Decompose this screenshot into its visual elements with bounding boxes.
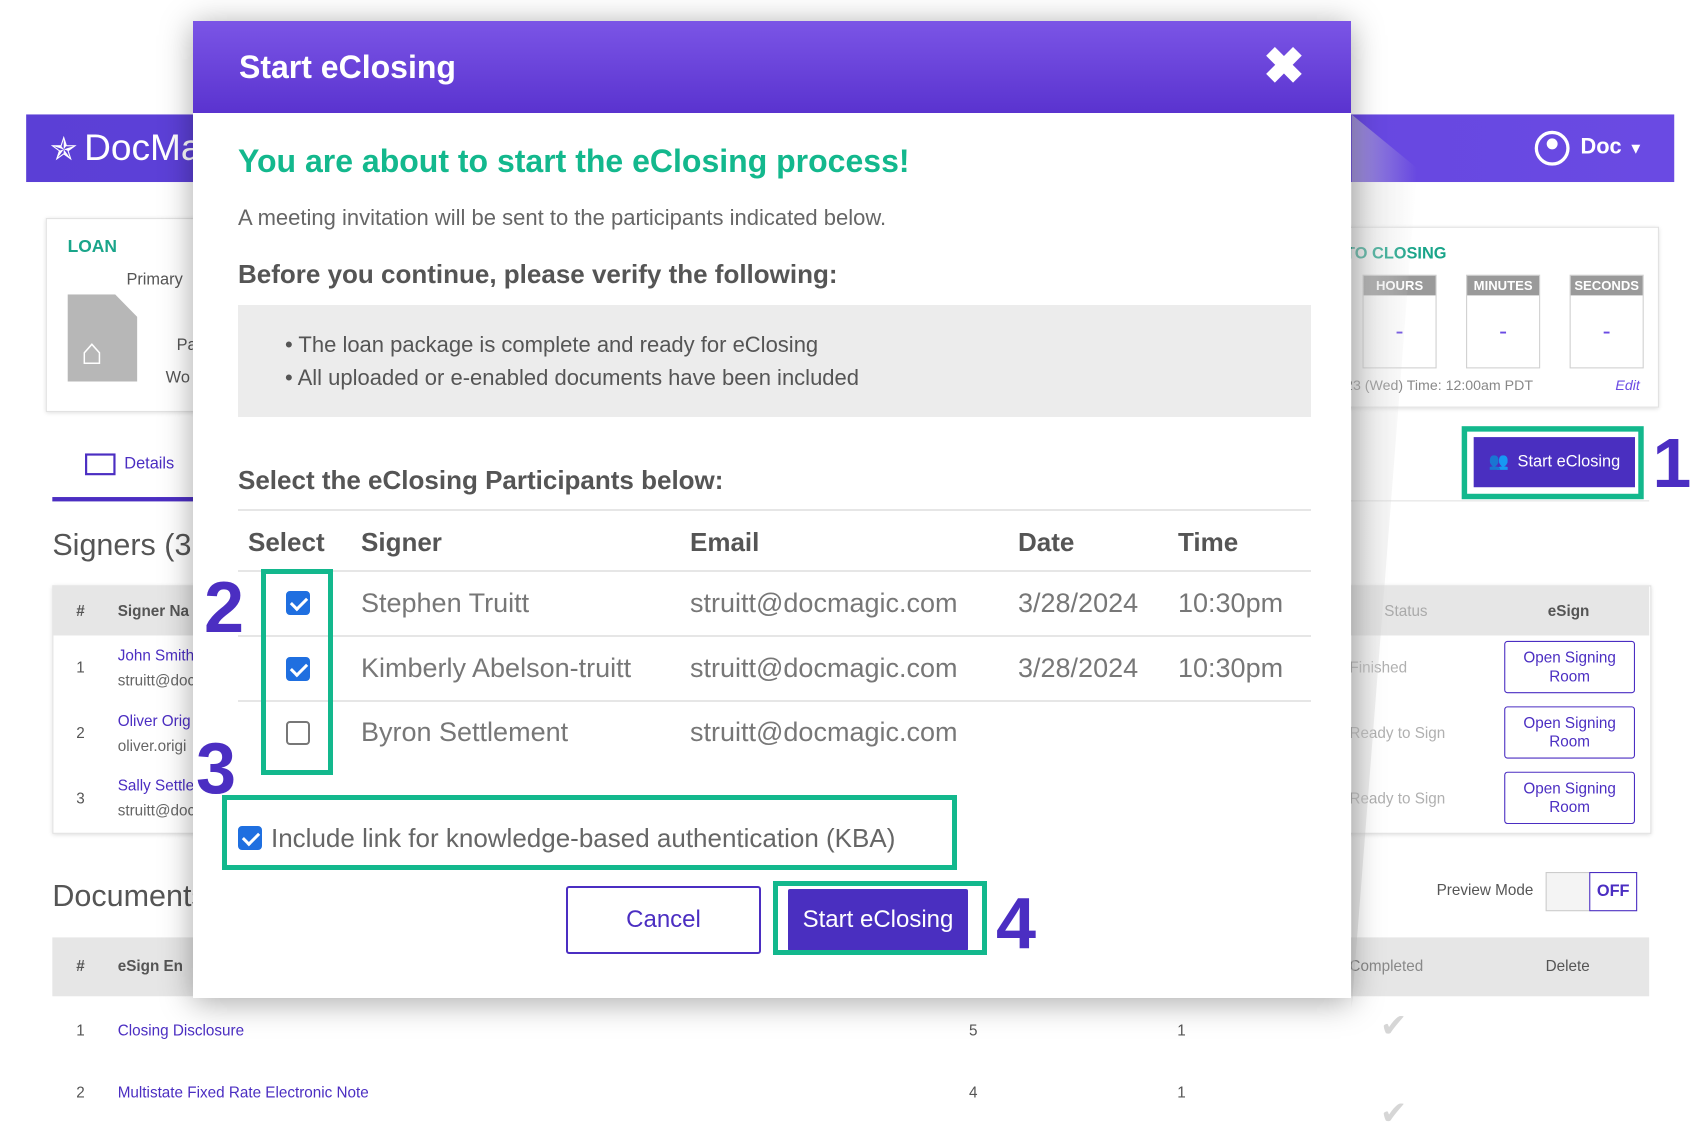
minutes-value: - [1499,317,1508,345]
document-row-name[interactable]: Closing Disclosure [118,1021,244,1038]
document-row-pages: 5 [969,1021,978,1039]
start-eclosing-button[interactable]: 👥 Start eClosing [1473,437,1635,488]
cancel-button[interactable]: Cancel [566,886,761,954]
signer-row-num: 1 [76,658,85,676]
minutes-label: MINUTES [1467,275,1540,296]
user-name: Doc [1580,135,1622,160]
preview-mode-toggle-state[interactable]: OFF [1589,872,1638,912]
tab-details-label: Details [124,454,175,474]
seconds-value: - [1602,317,1611,345]
table-divider [238,570,1311,572]
signers-col-name: Signer Na [117,601,189,620]
verify-heading: Before you continue, please verify the f… [238,259,838,289]
documents-col-num: # [76,957,85,975]
participant-time: 10:30pm [1178,588,1284,618]
participant-email: struitt@docmagic.com [690,588,958,618]
signers-col-status: Status [1384,601,1428,620]
group-users-icon: 👥 [1488,452,1509,471]
signers-col-num: # [76,601,85,620]
participants-col-email: Email [690,527,760,557]
documents-col-delete: Delete [1545,957,1590,975]
step2-number: 2 [204,568,245,648]
participants-heading: Select the eClosing Participants below: [238,465,724,495]
signer-row-email: struitt@doc [117,671,196,689]
participant-signer: Kimberly Abelson-truitt [361,653,632,683]
edit-closing-link[interactable]: Edit [1615,377,1639,393]
loan-primary-label: Primary [126,270,183,289]
participant-signer: Stephen Truitt [361,588,530,618]
open-signing-room-button[interactable]: Open Signing Room [1504,771,1635,825]
step4-highlight [773,881,987,955]
documents-col-name: eSign En [117,957,184,975]
open-signing-room-button[interactable]: Open Signing Room [1504,706,1635,759]
user-avatar-icon [1534,130,1570,166]
signer-row-name[interactable]: Sally Settle [118,776,194,793]
participant-date: 3/28/2024 [1018,653,1139,683]
modal-title: Start eClosing [239,49,456,85]
participant-date: 3/28/2024 [1018,588,1139,618]
verify-item: • All uploaded or e-enabled documents ha… [285,365,860,390]
star-logo-icon: ✯ [50,131,78,168]
signer-row-email: oliver.origi [117,736,187,755]
signers-col-esign: eSign [1547,601,1590,620]
minutes-box: MINUTES - [1466,274,1541,369]
verify-item: • The loan package is complete and ready… [285,332,819,357]
seconds-box: SECONDS - [1569,274,1644,369]
participants-col-date: Date [1018,527,1075,557]
step4-number: 4 [996,884,1037,964]
invitation-text: A meeting invitation will be sent to the… [238,205,887,230]
open-signing-room-button[interactable]: Open Signing Room [1504,640,1635,694]
chevron-down-icon: ▼ [1628,139,1644,157]
document-row-pages: 4 [969,1083,978,1101]
loan-field-label: Wo [165,368,190,387]
participants-col-select: Select [248,527,325,557]
tab-details[interactable]: Details [85,453,175,476]
signer-row-name[interactable]: John Smith [118,646,194,663]
loan-document-icon: ⌂ [67,294,138,382]
document-row-name[interactable]: Multistate Fixed Rate Electronic Note [118,1083,369,1100]
step1-number: 1 [1652,424,1692,503]
table-divider [238,635,1311,637]
document-row-num: 2 [76,1083,85,1101]
start-eclosing-label: Start eClosing [1517,452,1621,471]
step3-highlight [222,795,957,870]
signer-row-email: struitt@doc [117,801,196,819]
loan-card-title: LOAN [67,237,117,257]
user-menu[interactable]: Doc ▼ [1534,125,1644,169]
checkmark-icon: ✔ [1379,1095,1408,1132]
documents-section-title: Documents [52,878,207,913]
documents-col-completed: Completed [1349,957,1424,975]
seconds-label: SECONDS [1570,275,1643,296]
modal-headline: You are about to start the eClosing proc… [238,143,910,179]
modal-shadow-decoration [1351,114,1417,1009]
step2-highlight [261,569,333,775]
verify-checklist-box [238,305,1311,417]
table-divider [238,509,1311,511]
document-row-count: 1 [1177,1021,1186,1039]
id-card-icon [85,453,116,476]
document-row-count: 1 [1177,1083,1186,1101]
participant-time: 10:30pm [1178,653,1284,683]
signers-section-title: Signers (3 [52,527,192,562]
signer-row-num: 3 [76,789,85,807]
checkmark-icon: ✔ [1379,1008,1408,1045]
participants-col-signer: Signer [361,527,442,557]
participants-col-time: Time [1178,527,1239,557]
active-tab-indicator [52,497,195,502]
participant-email: struitt@docmagic.com [690,717,958,747]
house-icon: ⌂ [80,331,104,373]
participant-email: struitt@docmagic.com [690,653,958,683]
preview-mode-label: Preview Mode [1436,880,1534,899]
signer-row-num: 2 [76,723,85,742]
table-divider [238,700,1311,702]
participant-signer: Byron Settlement [361,717,569,747]
signer-row-name[interactable]: Oliver Orig [118,712,191,729]
close-icon[interactable]: ✖ [1263,39,1305,93]
document-row-num: 1 [76,1021,85,1039]
